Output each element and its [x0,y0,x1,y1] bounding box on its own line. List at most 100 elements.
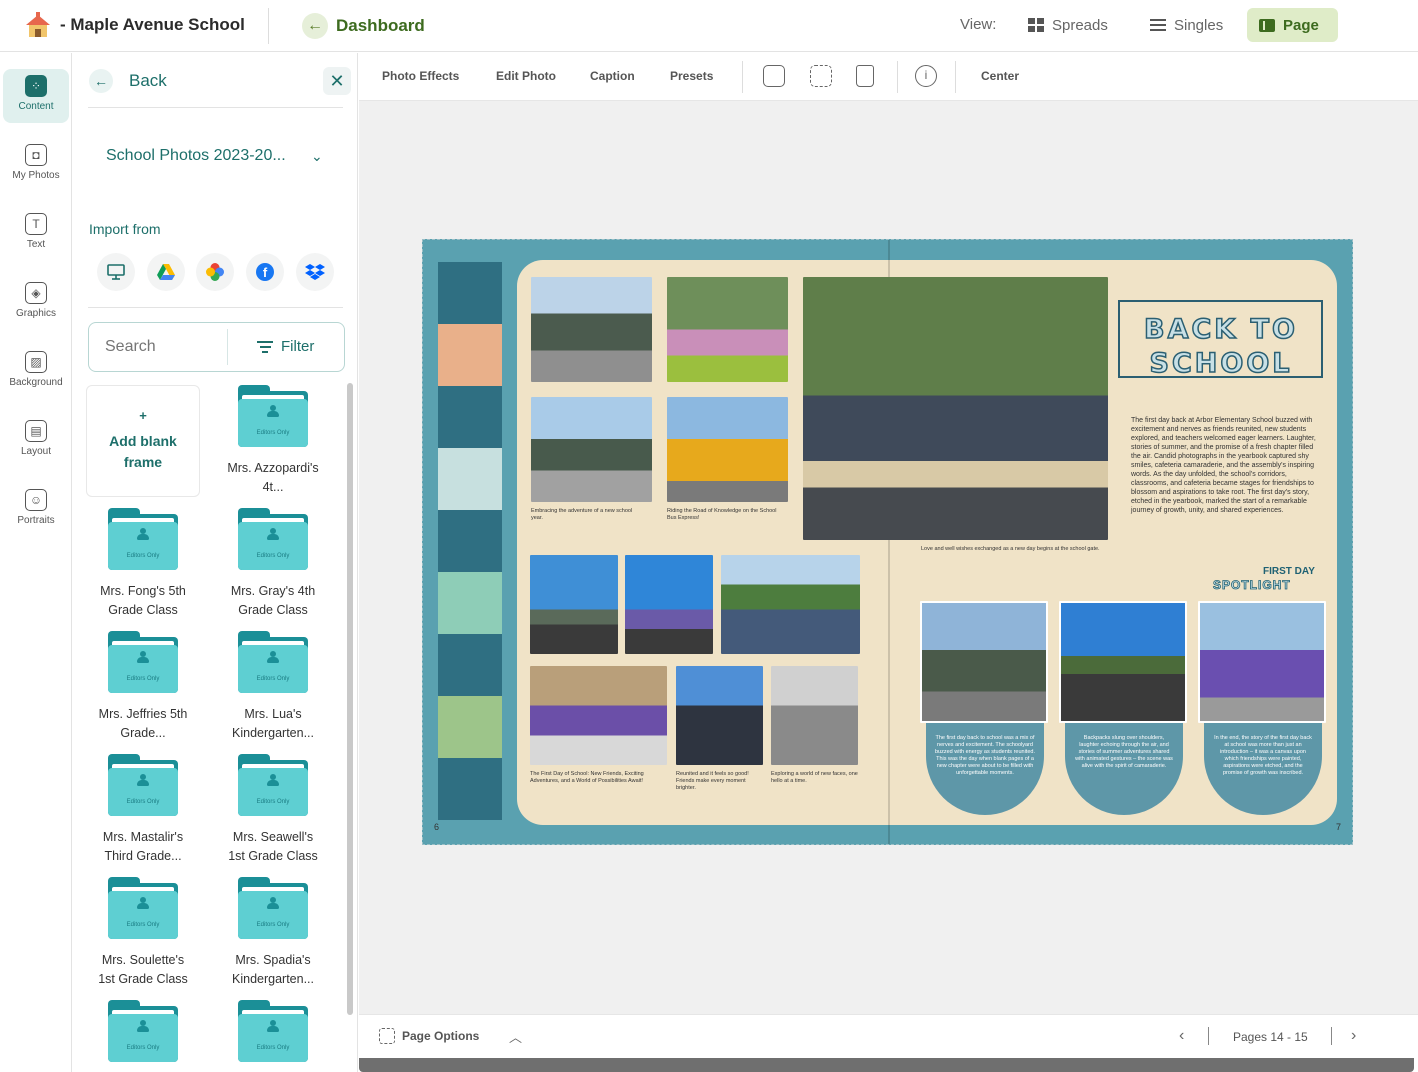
folder-icon: Editors Only [108,631,178,693]
folder-item[interactable]: Editors Only Mrs. Lua's Kindergarten... [213,631,333,743]
photo-caption[interactable]: Love and well wishes exchanged as a new … [921,546,1101,553]
scrollbar-thumb[interactable] [347,383,353,1015]
photo[interactable] [625,555,713,654]
photo[interactable] [1059,601,1187,723]
folder-item[interactable]: Editors Only [83,1000,203,1062]
rail-item-layout[interactable]: ▤ Layout [3,414,69,468]
photo[interactable] [803,277,1108,540]
divider [1331,1027,1332,1045]
crop-icon[interactable] [763,65,785,87]
folder-item[interactable]: Editors Only Mrs. Soulette's 1st Grade C… [83,877,203,989]
google-drive-icon[interactable] [147,253,185,291]
yearbook-spread[interactable]: Embracing the adventure of a new school … [422,239,1353,845]
folder-item[interactable]: Editors Only [213,1000,333,1062]
rail-item-my-photos[interactable]: ◘ My Photos [3,138,69,192]
add-blank-frame-button[interactable]: + Add blank frame [86,385,200,497]
rail-item-background[interactable]: ▨ Background [3,345,69,399]
view-spreads-button[interactable]: Spreads [1016,8,1120,42]
folder-item[interactable]: Editors Only Mrs. Seawell's 1st Grade Cl… [213,754,333,866]
folder-name: Mrs. Seawell's 1st Grade Class [228,830,318,863]
body-text[interactable]: The first day back at Arbor Elementary S… [1131,416,1321,515]
color-block [438,324,502,386]
photo[interactable] [1198,601,1326,723]
folder-name: Mrs. Mastalir's Third Grade... [102,830,184,863]
arch-text: The first day back to school was a mix o… [935,735,1035,776]
rail-item-portraits[interactable]: ☺ Portraits [3,483,69,537]
folder-name: Mrs. Soulette's 1st Grade Class [98,953,188,986]
folder-icon: Editors Only [238,754,308,816]
color-block [438,572,502,634]
folder-icon: Editors Only [108,1000,178,1062]
info-icon[interactable]: i [915,65,937,87]
photo-caption[interactable]: Reunited and it feels so good! Friends m… [676,771,766,792]
back-arrow-icon[interactable]: ← [89,69,113,93]
folder-item[interactable]: Editors Only Mrs. Azzopardi's 4t... [213,385,333,497]
photo-caption[interactable]: The First Day of School: New Friends, Ex… [530,771,667,785]
next-page-icon[interactable]: › [1351,1027,1356,1045]
photo-caption[interactable]: Embracing the adventure of a new school … [531,508,641,522]
chevron-up-icon[interactable]: ︿ [509,1027,522,1046]
science-icon [438,386,502,448]
search-input[interactable] [105,338,220,356]
page-options-icon[interactable] [379,1028,395,1044]
folder-item[interactable]: Editors Only Mrs. Gray's 4th Grade Class [213,508,333,620]
folder-item[interactable]: Editors Only Mrs. Jeffries 5th Grade... [83,631,203,743]
facebook-icon[interactable]: f [246,253,284,291]
chevron-down-icon[interactable]: ⌄ [311,148,323,165]
photo[interactable] [531,277,652,382]
album-select[interactable]: School Photos 2023-20... [106,147,286,165]
folder-item[interactable]: Editors Only Mrs. Fong's 5th Grade Class [83,508,203,620]
rail-item-graphics[interactable]: ◈ Graphics [3,276,69,330]
filter-icon [257,340,273,353]
photo[interactable] [667,277,788,382]
lock-icon[interactable] [856,65,874,87]
page-title[interactable]: SCHOOL [1111,347,1331,380]
first-day-heading[interactable]: FIRST DAY [1263,566,1315,577]
rail-item-text[interactable]: T Text [3,207,69,261]
zoom-frame-icon[interactable] [810,65,832,87]
photo-caption[interactable]: Exploring a world of new faces, one hell… [771,771,861,785]
photo[interactable] [771,666,858,765]
photo[interactable] [531,397,652,502]
view-page-button[interactable]: Page [1247,8,1338,42]
photo[interactable] [676,666,763,765]
divider [88,107,343,108]
view-singles-button[interactable]: Singles [1138,8,1235,42]
page-number-right: 7 [1336,822,1342,832]
folder-item[interactable]: Editors Only Mrs. Spadia's Kindergarten.… [213,877,333,989]
photo-effects-button[interactable]: Photo Effects [382,69,459,83]
photo[interactable] [920,601,1048,723]
background-icon: ▨ [25,351,47,373]
page-icon [1259,18,1275,32]
rail-item-label: Graphics [15,308,56,319]
caption-button[interactable]: Caption [590,69,635,83]
center-button[interactable]: Center [981,69,1019,83]
edit-photo-button[interactable]: Edit Photo [496,69,556,83]
dropbox-icon[interactable] [296,253,334,291]
rail-item-content[interactable]: ⁘ Content [3,69,69,123]
spotlight-heading[interactable]: SPOTLIGHT [1213,578,1291,593]
back-arrow-icon[interactable]: ← [302,13,328,39]
previous-page-icon[interactable]: ‹ [1179,1027,1184,1045]
divider [227,329,228,365]
dashboard-link[interactable]: Dashboard [336,16,425,36]
content-panel: ← Back ✕ School Photos 2023-20... ⌄ Impo… [73,53,358,1072]
editor-toolbar: Photo Effects Edit Photo Caption Presets… [359,53,1418,101]
page-title[interactable]: BACK TO [1111,313,1331,346]
filter-button[interactable]: Filter [257,338,314,355]
back-button[interactable]: Back [129,71,167,91]
photo[interactable] [530,666,667,765]
page-options-button[interactable]: Page Options [402,1029,479,1043]
photo[interactable] [530,555,618,654]
presets-button[interactable]: Presets [670,69,713,83]
photo[interactable] [721,555,860,654]
google-photos-icon[interactable] [196,253,234,291]
view-label: View: [960,16,997,33]
horizontal-scrollbar[interactable] [359,1058,1414,1072]
photo[interactable] [667,397,788,502]
photo-caption[interactable]: Riding the Road of Knowledge on the Scho… [667,508,782,522]
folder-item[interactable]: Editors Only Mrs. Mastalir's Third Grade… [83,754,203,866]
computer-icon[interactable] [97,253,135,291]
close-panel-button[interactable]: ✕ [323,67,351,95]
scrollbar[interactable] [345,381,355,1071]
